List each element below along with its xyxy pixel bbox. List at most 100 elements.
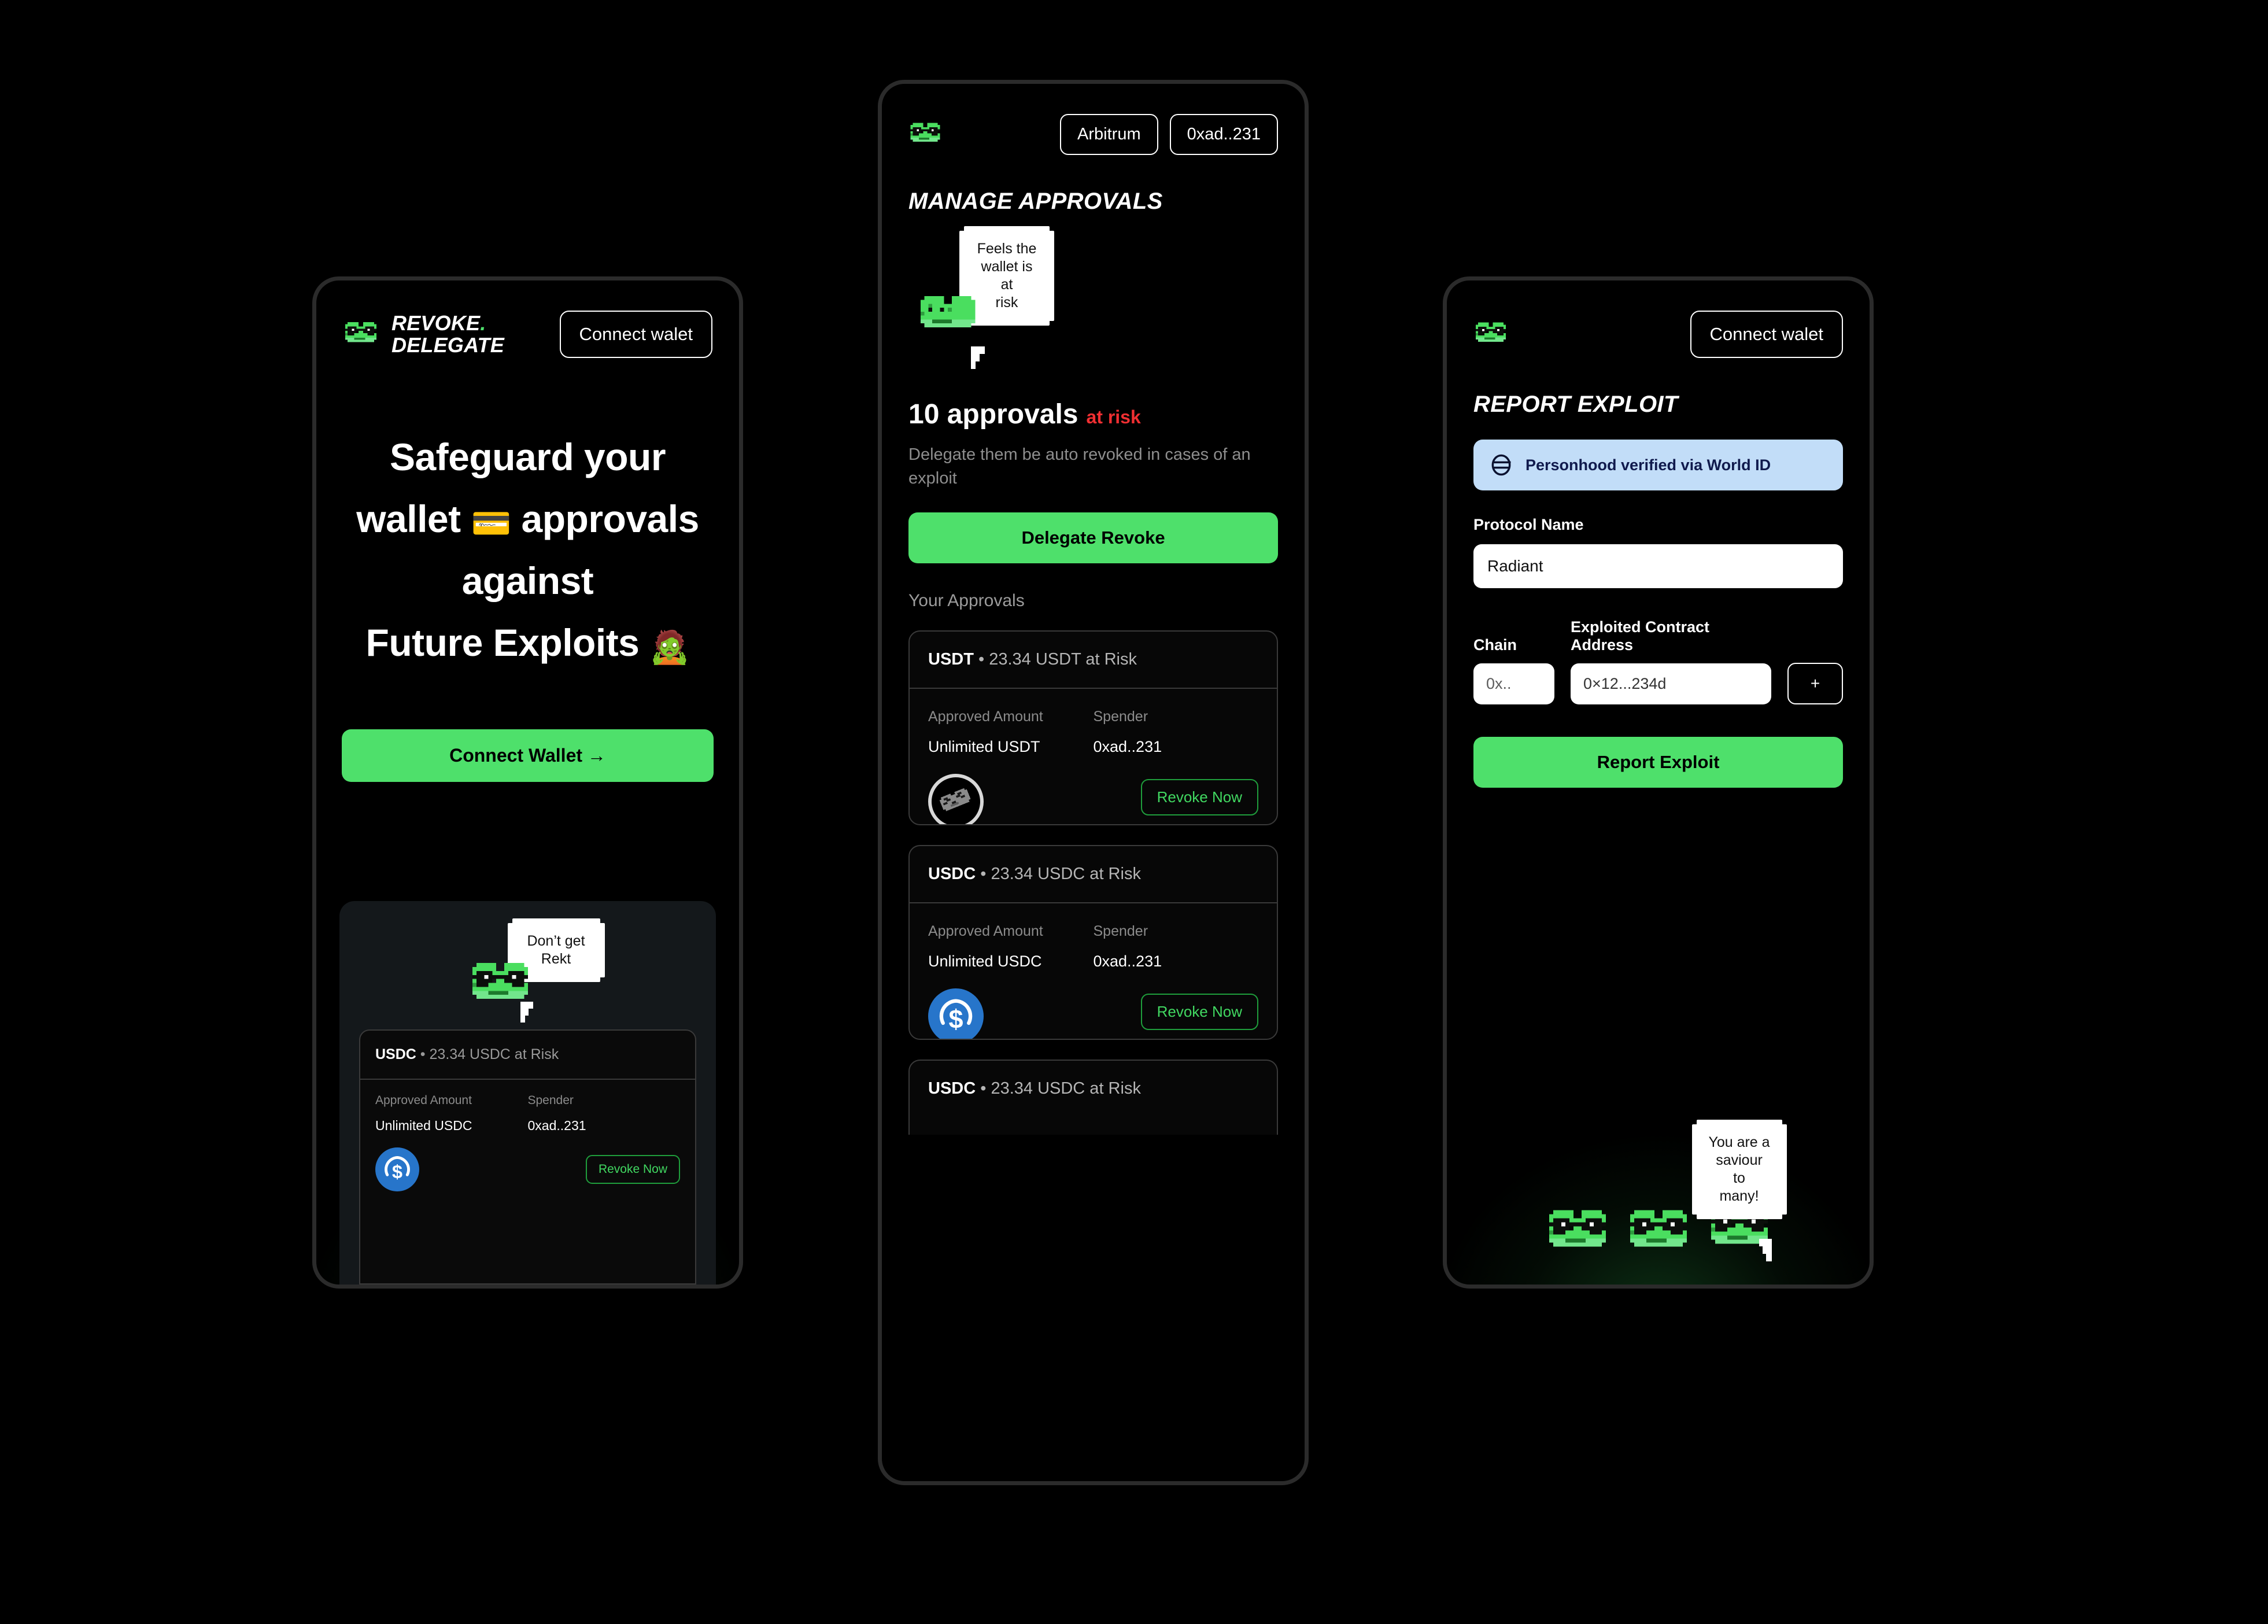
brand-logo[interactable]: REVOKE. DELEGATE <box>343 312 504 356</box>
headline-line-3: against <box>461 559 594 602</box>
protocol-name-label: Protocol Name <box>1473 516 1584 533</box>
preview-separator: • <box>420 1046 426 1062</box>
token-symbol: USDT <box>928 650 974 669</box>
svg-text:$: $ <box>948 1005 963 1034</box>
approval-card-header: USDC • 23.34 USDC at Risk <box>910 846 1277 904</box>
at-risk-badge: at risk <box>1086 407 1141 427</box>
your-approvals-label: Your Approvals <box>908 591 1025 611</box>
chain-label: Chain <box>1473 636 1517 654</box>
at-risk-amount: 23.34 USDC at Risk <box>991 865 1141 884</box>
brand-line2: DELEGATE <box>391 333 504 357</box>
screenshot-stage: REVOKE. DELEGATE Connect walet Safeguard… <box>0 0 2268 1624</box>
exploited-contract-input[interactable] <box>1571 663 1771 704</box>
connect-wallet-cta-button[interactable]: Connect Wallet → <box>342 729 714 782</box>
approvals-header: Arbitrum 0xad..231 <box>882 84 1305 155</box>
preview-amount-value: Unlimited USDC <box>375 1118 472 1133</box>
preview-card-grid: Approved Amount Spender Unlimited USDC 0… <box>360 1080 695 1134</box>
bubble-line-3: many! <box>1719 1188 1759 1204</box>
preview-approval-card: USDC • 23.34 USDC at Risk Approved Amoun… <box>359 1029 696 1285</box>
report-exploit-submit-button[interactable]: Report Exploit <box>1473 737 1843 788</box>
separator-dot: • <box>978 650 985 669</box>
headline-line-1: Safeguard your <box>389 435 666 478</box>
approval-card-usdc-partial[interactable]: USDC • 23.34 USDC at Risk <box>908 1060 1278 1135</box>
phone-report-screen: Connect walet REPORT EXPLOIT Personhood … <box>1443 276 1874 1289</box>
approval-card-header: USDC • 23.34 USDC at Risk <box>910 1061 1277 1117</box>
bubble-line-1: Don’t get <box>527 933 585 949</box>
spender-value: 0xad..231 <box>1093 953 1162 970</box>
approval-card-usdc[interactable]: USDC • 23.34 USDC at Risk Approved Amoun… <box>908 845 1278 1040</box>
wallet-emoji-icon: 💳 <box>471 504 511 541</box>
token-symbol: USDC <box>928 1079 976 1098</box>
world-id-globe-icon <box>1491 454 1511 476</box>
svg-text:$: $ <box>392 1161 402 1182</box>
connect-wallet-header-button[interactable]: Connect walet <box>1690 311 1843 358</box>
usdc-coin-icon: $ <box>928 988 984 1039</box>
approved-amount-label: Approved Amount <box>928 708 1043 725</box>
exploited-contract-label: Exploited Contract Address <box>1571 618 1710 654</box>
brand-wordmark: REVOKE. DELEGATE <box>391 312 504 356</box>
spender-label: Spender <box>1093 923 1148 940</box>
approved-amount-label: Approved Amount <box>928 923 1043 940</box>
bubble-line-2: wallet is at <box>981 259 1033 293</box>
bubble-line-1: You are a <box>1708 1134 1770 1150</box>
approval-card-usdt[interactable]: USDT • 23.34 USDT at Risk Approved Amoun… <box>908 630 1278 826</box>
preview-card-header: USDC • 23.34 USDC at Risk <box>360 1031 695 1080</box>
worldid-badge-label: Personhood verified via World ID <box>1525 456 1771 474</box>
headline-line-2b: approvals <box>511 497 700 540</box>
connect-wallet-header-button[interactable]: Connect walet <box>559 311 712 358</box>
chain-selector-button[interactable]: Arbitrum <box>1060 114 1158 155</box>
headline-line-4: Future Exploits 🧟 <box>336 612 719 674</box>
spender-label: Spender <box>1093 708 1148 725</box>
page-title-manage-approvals: MANAGE APPROVALS <box>908 189 1163 214</box>
frog-sunglasses-icon <box>345 322 376 342</box>
preview-revoke-now-button[interactable]: Revoke Now <box>585 1155 680 1184</box>
headline-line-4-text: Future Exploits <box>365 621 650 664</box>
bubble-line-2: saviour to <box>1716 1152 1763 1186</box>
approved-amount-value: Unlimited USDT <box>928 738 1040 756</box>
preview-mascot: Don’t get Rekt <box>339 901 716 1034</box>
approval-card-body: Approved Amount Spender Unlimited USDC 0… <box>910 903 1277 970</box>
approval-card-header: USDT • 23.34 USDT at Risk <box>910 632 1277 689</box>
approval-card-body: Approved Amount Spender Unlimited USDT 0… <box>910 689 1277 756</box>
separator-dot: • <box>980 1079 987 1098</box>
approvals-count: 10 approvals <box>908 399 1078 430</box>
approvals-stat: 10 approvals at risk <box>882 398 1305 430</box>
landing-header: REVOKE. DELEGATE Connect walet <box>316 280 739 358</box>
phone-approvals-screen: Arbitrum 0xad..231 MANAGE APPROVALS Feel… <box>878 80 1309 1485</box>
worldid-verified-badge: Personhood verified via World ID <box>1473 440 1843 490</box>
page-title-report-exploit: REPORT EXPLOIT <box>1473 392 1678 417</box>
wallet-address-button[interactable]: 0xad..231 <box>1169 114 1278 155</box>
brand-line1: REVOKE <box>391 311 481 335</box>
bubble-line-1: Feels the <box>977 241 1037 257</box>
preview-spender-label: Spender <box>527 1094 574 1107</box>
revoke-now-button[interactable]: Revoke Now <box>1140 994 1258 1031</box>
speech-bubble-saviour: You are a saviour to many! <box>1691 1124 1787 1215</box>
usdt-pixel-frog-icon <box>928 774 984 825</box>
bubble-line-3: risk <box>995 294 1018 311</box>
zombie-emoji-icon: 🧟 <box>649 628 690 665</box>
revoke-now-button[interactable]: Revoke Now <box>1140 779 1258 816</box>
preview-amount-label: Approved Amount <box>375 1094 472 1107</box>
approvals-subtitle: Delegate them be auto revoked in cases o… <box>908 445 1251 488</box>
chain-input[interactable] <box>1473 663 1554 704</box>
chain-and-contract-row: Chain Exploited Contract Address + <box>1447 618 1870 704</box>
delegate-revoke-button[interactable]: Delegate Revoke <box>908 512 1278 564</box>
add-contract-button[interactable]: + <box>1787 663 1843 704</box>
landing-preview-card: Don’t get Rekt USDC • 23.34 USDC at Risk… <box>339 901 716 1285</box>
frog-sunglasses-icon[interactable] <box>908 121 942 148</box>
at-risk-amount: 23.34 USDC at Risk <box>991 1079 1141 1098</box>
preview-card-footer: $ Revoke Now <box>360 1134 695 1191</box>
preview-at-risk: 23.34 USDC at Risk <box>429 1046 559 1062</box>
headline-line-2: wallet 💳 approvals <box>336 488 719 550</box>
phone-landing-screen: REVOKE. DELEGATE Connect walet Safeguard… <box>312 276 743 1289</box>
frog-sunglasses-icon <box>1630 1210 1687 1247</box>
at-risk-amount: 23.34 USDT at Risk <box>989 650 1137 669</box>
protocol-name-input[interactable] <box>1473 544 1843 588</box>
celebration-frogs: You are a saviour to many! <box>1447 1124 1870 1261</box>
bubble-line-2: Rekt <box>541 951 571 967</box>
approvals-mascot-block: Feels the wallet is at risk <box>882 215 1305 382</box>
token-symbol: USDC <box>928 865 976 884</box>
approved-amount-value: Unlimited USDC <box>928 953 1042 970</box>
frog-sunglasses-icon[interactable] <box>1473 320 1508 348</box>
frog-sunglasses-icon <box>1549 1210 1606 1247</box>
